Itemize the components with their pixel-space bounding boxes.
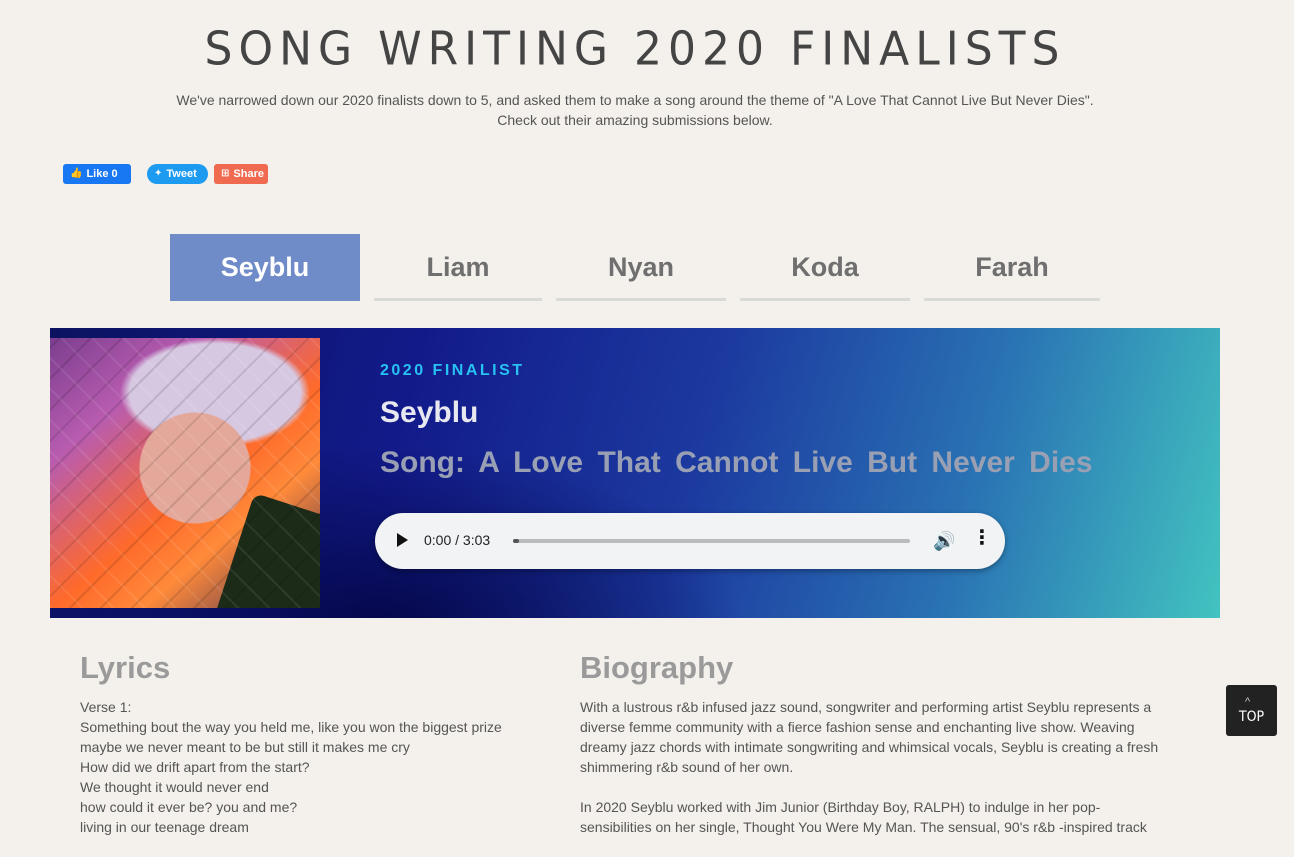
progress-bar[interactable]: [513, 539, 910, 543]
intro-line: Check out their amazing submissions belo…: [497, 112, 773, 128]
finalist-kicker: 2020 FINALIST: [380, 362, 525, 379]
tab-koda[interactable]: Koda: [740, 234, 910, 301]
lyrics-line: Verse 1:: [80, 699, 132, 715]
tab-liam[interactable]: Liam: [374, 234, 542, 301]
biography-body: With a lustrous r&b infused jazz sound, …: [580, 697, 1160, 857]
photo-detail: [211, 492, 320, 608]
play-icon[interactable]: [397, 533, 408, 547]
finalist-hero: 2020 FINALIST Seyblu Song: A Love That C…: [50, 328, 1220, 618]
tab-farah[interactable]: Farah: [924, 234, 1100, 301]
share-label: Share: [233, 168, 264, 180]
lyrics-line: Something bout the way you held me, like…: [80, 719, 502, 735]
intro-text: We've narrowed down our 2020 finalists d…: [0, 90, 1270, 130]
tweet-label: Tweet: [166, 168, 197, 180]
progress-fill: [513, 539, 519, 543]
share-button[interactable]: ⊞ Share: [214, 164, 268, 184]
more-options-icon[interactable]: ⋮: [972, 528, 992, 548]
top-label: TOP: [1238, 709, 1265, 725]
lyrics-line: how could it ever be? you and me?: [80, 799, 298, 815]
like-label: Like 0: [86, 168, 118, 180]
biography-heading: Biography: [580, 650, 734, 685]
twitter-bird-icon: ✦: [154, 168, 163, 179]
tweet-button[interactable]: ✦ Tweet: [147, 164, 208, 184]
biography-paragraph: In 2020 Seyblu worked with Jim Junior (B…: [580, 799, 1147, 835]
finalist-tabs: Seyblu Liam Nyan Koda Farah: [170, 234, 1110, 301]
chevron-up-icon: ^: [1245, 696, 1251, 708]
back-to-top-button[interactable]: ^ TOP: [1226, 685, 1277, 736]
tab-nyan[interactable]: Nyan: [556, 234, 726, 301]
lyrics-line: living in our teenage dream: [80, 819, 249, 835]
intro-line: We've narrowed down our 2020 finalists d…: [176, 92, 1094, 108]
page-title: SONG WRITING 2020 FINALISTS: [204, 22, 1066, 77]
tab-seyblu[interactable]: Seyblu: [170, 234, 360, 301]
lyrics-body: Verse 1: Something bout the way you held…: [80, 697, 540, 837]
audio-player: 0:00 / 3:03 🔊 ⋮: [375, 513, 1005, 569]
artist-name: Seyblu: [380, 396, 479, 429]
thumbs-up-icon: 👍: [70, 168, 83, 179]
song-title: Song: A Love That Cannot Live But Never …: [380, 446, 1093, 479]
playback-time: 0:00 / 3:03: [424, 532, 491, 548]
lyrics-line: We thought it would never end: [80, 779, 269, 795]
biography-paragraph: With a lustrous r&b infused jazz sound, …: [580, 699, 1159, 775]
lyrics-heading: Lyrics: [80, 650, 171, 685]
lyrics-line: How did we drift apart from the start?: [80, 759, 310, 775]
volume-icon[interactable]: 🔊: [933, 531, 955, 552]
lyrics-line: maybe we never meant to be but still it …: [80, 739, 410, 755]
plus-icon: ⊞: [221, 168, 230, 179]
facebook-like-button[interactable]: 👍 Like 0: [63, 164, 131, 184]
artist-photo: [50, 338, 320, 608]
